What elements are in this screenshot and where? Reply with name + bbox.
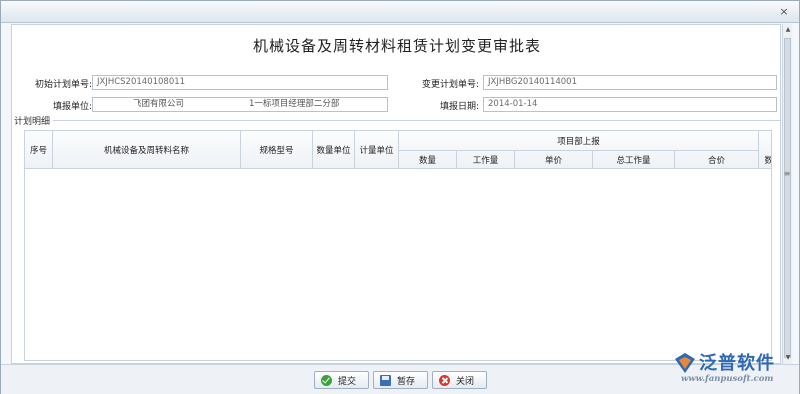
- fill-unit-department: 1一标项目经理部二分部: [249, 99, 340, 109]
- col-qty-unit[interactable]: 数量单位: [313, 131, 355, 169]
- plan-detail-legend: 计划明细: [14, 114, 54, 127]
- vertical-scrollbar[interactable]: ▲ ▼: [782, 24, 792, 364]
- scroll-up-icon[interactable]: ▲: [783, 25, 793, 35]
- dialog-window: × 机械设备及周转材料租赁计划变更审批表 初始计划单号: JXJHCS20140…: [0, 0, 800, 394]
- title-bar: ×: [1, 1, 799, 23]
- initial-plan-no-label: 初始计划单号:: [34, 80, 92, 90]
- watermark-logo: 泛普软件 www.fanpusoft.com: [673, 349, 797, 393]
- close-icon[interactable]: ×: [777, 5, 791, 19]
- col-quantity[interactable]: 数量: [399, 150, 457, 169]
- fill-date-label: 填报日期:: [439, 102, 479, 112]
- col-total-price[interactable]: 合价: [675, 150, 759, 169]
- logo-mark-icon: [675, 353, 695, 373]
- watermark-name: 泛普软件: [699, 353, 775, 374]
- submit-button[interactable]: 提交: [314, 371, 369, 389]
- col-unit-price[interactable]: 单价: [515, 150, 593, 169]
- close-circle-icon: [439, 374, 450, 386]
- save-draft-label: 暂存: [397, 376, 416, 387]
- col-total-workload[interactable]: 总工作量: [593, 150, 675, 169]
- initial-plan-no-field[interactable]: JXJHCS20140108011: [92, 75, 388, 90]
- fill-unit-field[interactable]: 飞团有限公司 1一标项目经理部二分部: [92, 97, 388, 112]
- watermark-url: www.fanpusoft.com: [681, 374, 774, 384]
- form-panel: 机械设备及周转材料租赁计划变更审批表 初始计划单号: JXJHCS2014010…: [11, 24, 781, 364]
- fill-unit-label: 填报单位:: [52, 102, 92, 112]
- col-overflow[interactable]: 数: [759, 150, 771, 169]
- change-plan-no-field[interactable]: JXJHBG20140114001: [483, 75, 777, 90]
- check-icon: [321, 374, 332, 386]
- scroll-thumb[interactable]: [784, 38, 791, 358]
- grip-icon: ≡: [783, 169, 791, 178]
- col-measure-unit[interactable]: 计量单位: [355, 131, 399, 169]
- col-group-project-report: 项目部上报: [399, 131, 759, 150]
- table-header: 序号 机械设备及周转料名称 规格型号 数量单位 计量单位 项目部上报 数量 工作…: [25, 131, 771, 169]
- plan-detail-table: 序号 机械设备及周转料名称 规格型号 数量单位 计量单位 项目部上报 数量 工作…: [24, 130, 772, 361]
- submit-label: 提交: [338, 376, 357, 387]
- save-draft-button[interactable]: 暂存: [373, 371, 428, 389]
- save-icon: [380, 374, 391, 386]
- col-workload[interactable]: 工作量: [457, 150, 515, 169]
- col-spec[interactable]: 规格型号: [241, 131, 313, 169]
- fill-date-field[interactable]: 2014-01-14: [483, 97, 777, 112]
- col-name[interactable]: 机械设备及周转料名称: [53, 131, 241, 169]
- close-label: 关闭: [456, 376, 475, 387]
- fill-unit-company: 飞团有限公司: [133, 99, 185, 109]
- col-seq[interactable]: 序号: [25, 131, 53, 169]
- page-title: 机械设备及周转材料租赁计划变更审批表: [252, 37, 541, 55]
- change-plan-no-label: 变更计划单号:: [421, 80, 479, 90]
- close-button[interactable]: 关闭: [432, 371, 487, 389]
